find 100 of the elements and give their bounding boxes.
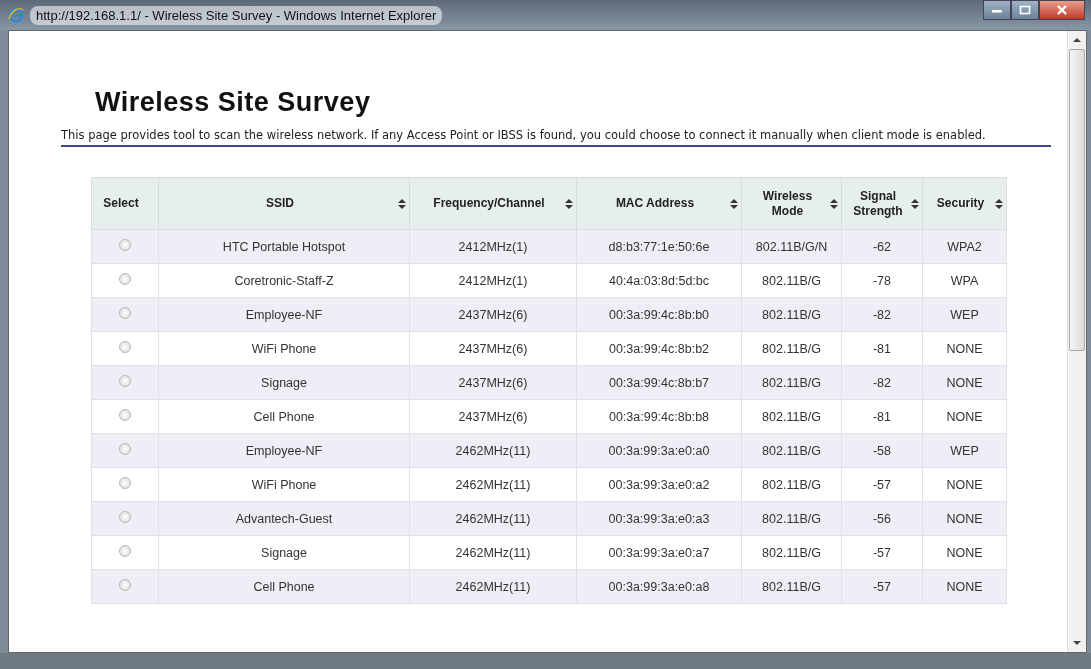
frequency-cell: 2437MHz(6) bbox=[409, 297, 577, 332]
frequency-cell: 2437MHz(6) bbox=[409, 365, 577, 400]
radio-button[interactable] bbox=[119, 545, 131, 557]
ssid-cell: WiFi Phone bbox=[158, 331, 410, 366]
signal-strength-cell: -62 bbox=[841, 229, 923, 264]
sort-icon bbox=[995, 199, 1003, 209]
frequency-cell: 2437MHz(6) bbox=[409, 331, 577, 366]
sort-icon bbox=[830, 199, 838, 209]
radio-button[interactable] bbox=[119, 409, 131, 421]
ssid-cell: Cell Phone bbox=[158, 569, 410, 604]
security-cell: NONE bbox=[922, 467, 1007, 502]
frequency-cell: 2412MHz(1) bbox=[409, 229, 577, 264]
signal-strength-cell: -58 bbox=[841, 433, 923, 468]
radio-button[interactable] bbox=[119, 273, 131, 285]
maximize-button[interactable] bbox=[1011, 0, 1039, 20]
column-header: Select bbox=[91, 177, 159, 230]
wireless-mode-cell: 802.11B/G bbox=[741, 501, 842, 536]
maximize-icon bbox=[1019, 5, 1031, 15]
signal-strength-cell: -57 bbox=[841, 535, 923, 570]
sort-icon bbox=[911, 199, 919, 209]
mac-address-cell: 00:3a:99:3a:e0:a3 bbox=[576, 501, 742, 536]
ssid-cell: HTC Portable Hotspot bbox=[158, 229, 410, 264]
radio-button[interactable] bbox=[119, 375, 131, 387]
mac-address-cell: 00:3a:99:4c:8b:b2 bbox=[576, 331, 742, 366]
frequency-cell: 2437MHz(6) bbox=[409, 399, 577, 434]
minimize-button[interactable] bbox=[983, 0, 1011, 20]
signal-strength-cell: -81 bbox=[841, 399, 923, 434]
scroll-down-icon bbox=[1073, 640, 1081, 646]
frequency-cell: 2462MHz(11) bbox=[409, 501, 577, 536]
ssid-cell: Signage bbox=[158, 365, 410, 400]
security-cell: NONE bbox=[922, 331, 1007, 366]
signal-strength-cell: -57 bbox=[841, 467, 923, 502]
mac-address-cell: d8:b3:77:1e:50:6e bbox=[576, 229, 742, 264]
security-cell: WPA2 bbox=[922, 229, 1007, 264]
radio-button[interactable] bbox=[119, 239, 131, 251]
wireless-mode-cell: 802.11B/G bbox=[741, 331, 842, 366]
mac-address-cell: 00:3a:99:3a:e0:a7 bbox=[576, 535, 742, 570]
scrollbar-thumb[interactable] bbox=[1069, 49, 1085, 351]
wireless-mode-cell: 802.11B/G bbox=[741, 399, 842, 434]
sort-icon bbox=[398, 199, 406, 209]
wireless-mode-cell: 802.11B/G bbox=[741, 263, 842, 298]
radio-button[interactable] bbox=[119, 579, 131, 591]
radio-button[interactable] bbox=[119, 341, 131, 353]
column-header[interactable]: Frequency/Channel bbox=[409, 177, 577, 230]
ssid-cell: Coretronic-Staff-Z bbox=[158, 263, 410, 298]
security-cell: WEP bbox=[922, 433, 1007, 468]
sort-icon bbox=[565, 199, 573, 209]
mac-address-cell: 00:3a:99:4c:8b:b0 bbox=[576, 297, 742, 332]
mac-address-cell: 00:3a:99:4c:8b:b7 bbox=[576, 365, 742, 400]
frequency-cell: 2412MHz(1) bbox=[409, 263, 577, 298]
security-cell: WPA bbox=[922, 263, 1007, 298]
column-header[interactable]: Security bbox=[922, 177, 1007, 230]
signal-strength-cell: -82 bbox=[841, 297, 923, 332]
wireless-mode-cell: 802.11B/G bbox=[741, 297, 842, 332]
mac-address-cell: 00:3a:99:3a:e0:a0 bbox=[576, 433, 742, 468]
wireless-mode-cell: 802.11B/G/N bbox=[741, 229, 842, 264]
sort-icon bbox=[730, 199, 738, 209]
column-header[interactable]: MAC Address bbox=[576, 177, 742, 230]
column-header[interactable]: Wireless Mode bbox=[741, 177, 842, 230]
close-button[interactable] bbox=[1039, 0, 1085, 20]
wireless-mode-cell: 802.11B/G bbox=[741, 467, 842, 502]
column-header[interactable]: SSID bbox=[158, 177, 410, 230]
radio-button[interactable] bbox=[119, 511, 131, 523]
security-cell: NONE bbox=[922, 365, 1007, 400]
signal-strength-cell: -56 bbox=[841, 501, 923, 536]
window-title: http://192.168.1.1/ - Wireless Site Survey - Windows Internet Explorer bbox=[30, 5, 443, 25]
radio-button[interactable] bbox=[119, 477, 131, 489]
ssid-cell: Employee-NF bbox=[158, 433, 410, 468]
mac-address-cell: 00:3a:99:3a:e0:a2 bbox=[576, 467, 742, 502]
signal-strength-cell: -81 bbox=[841, 331, 923, 366]
frequency-cell: 2462MHz(11) bbox=[409, 433, 577, 468]
page-description: This page provides tool to scan the wireless network. If any Access Point or IBSS is found, you could choose to connect it manually when client mode is enabled. bbox=[61, 128, 987, 142]
mac-address-cell: 00:3a:99:4c:8b:b8 bbox=[576, 399, 742, 434]
frequency-cell: 2462MHz(11) bbox=[409, 467, 577, 502]
page-heading: Wireless Site Survey bbox=[95, 87, 372, 118]
vertical-scrollbar[interactable] bbox=[1067, 31, 1086, 652]
security-cell: NONE bbox=[922, 569, 1007, 604]
close-icon bbox=[1056, 4, 1068, 16]
signal-strength-cell: -82 bbox=[841, 365, 923, 400]
wireless-mode-cell: 802.11B/G bbox=[741, 535, 842, 570]
wireless-mode-cell: 802.11B/G bbox=[741, 433, 842, 468]
signal-strength-cell: -78 bbox=[841, 263, 923, 298]
column-header[interactable]: Signal Strength bbox=[841, 177, 923, 230]
security-cell: WEP bbox=[922, 297, 1007, 332]
security-cell: NONE bbox=[922, 535, 1007, 570]
ssid-cell: Signage bbox=[158, 535, 410, 570]
signal-strength-cell: -57 bbox=[841, 569, 923, 604]
ssid-cell: Cell Phone bbox=[158, 399, 410, 434]
ssid-cell: WiFi Phone bbox=[158, 467, 410, 502]
frequency-cell: 2462MHz(11) bbox=[409, 535, 577, 570]
ssid-cell: Employee-NF bbox=[158, 297, 410, 332]
frequency-cell: 2462MHz(11) bbox=[409, 569, 577, 604]
security-cell: NONE bbox=[922, 399, 1007, 434]
radio-button[interactable] bbox=[119, 443, 131, 455]
security-cell: NONE bbox=[922, 501, 1007, 536]
mac-address-cell: 00:3a:99:3a:e0:a8 bbox=[576, 569, 742, 604]
wireless-mode-cell: 802.11B/G bbox=[741, 569, 842, 604]
browser-logo-icon bbox=[8, 7, 24, 23]
radio-button[interactable] bbox=[119, 307, 131, 319]
scroll-up-icon bbox=[1073, 37, 1081, 43]
